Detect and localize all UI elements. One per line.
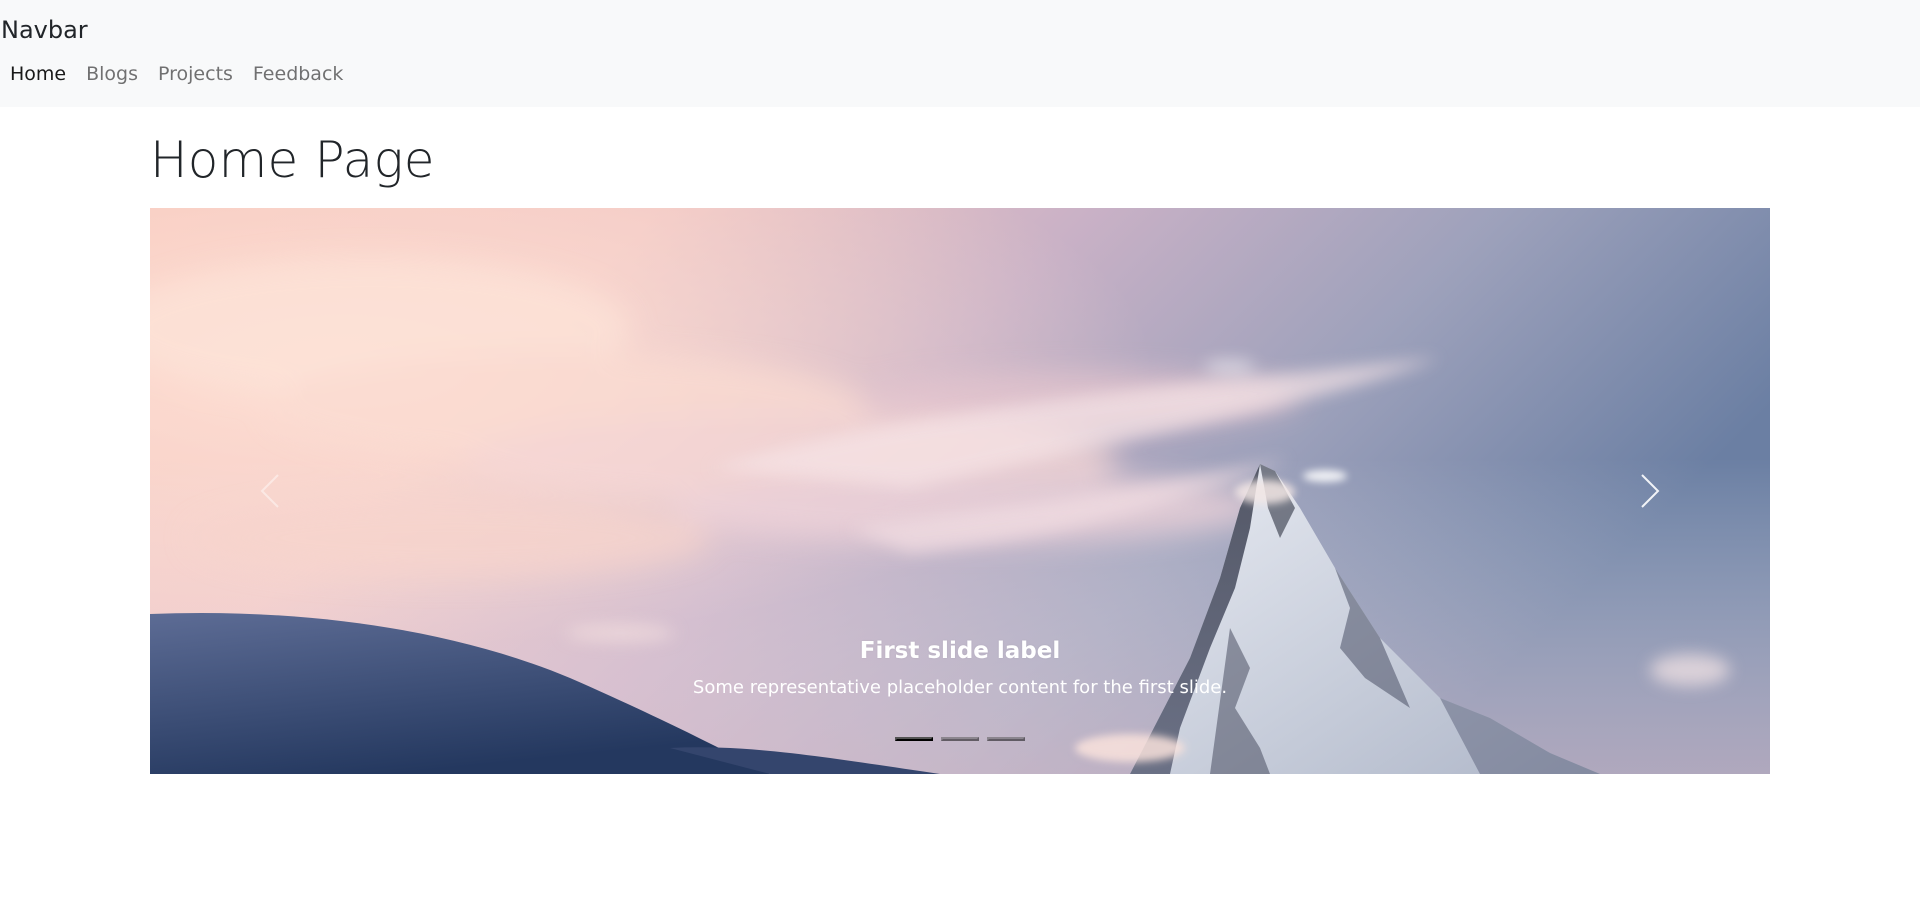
nav-links: Home Blogs Projects Feedback <box>0 58 353 90</box>
carousel-indicators <box>150 737 1770 741</box>
slide-text: Some representative placeholder content … <box>692 677 1228 698</box>
nav-link-feedback[interactable]: Feedback <box>243 58 353 90</box>
carousel-caption: First slide label Some representative pl… <box>150 634 1770 702</box>
carousel-indicator-3[interactable] <box>987 737 1025 741</box>
nav-link-projects[interactable]: Projects <box>148 58 243 90</box>
chevron-left-icon <box>260 474 279 508</box>
carousel: First slide label Some representative pl… <box>150 208 1770 774</box>
chevron-right-icon <box>1641 474 1660 508</box>
carousel-indicator-2[interactable] <box>941 737 979 741</box>
nav-link-blogs[interactable]: Blogs <box>76 58 148 90</box>
navbar-brand[interactable]: Navbar <box>1 12 88 48</box>
carousel-indicator-1[interactable] <box>895 737 933 741</box>
navbar: Navbar Home Blogs Projects Feedback <box>0 0 1920 107</box>
slide-label: First slide label <box>859 638 1061 664</box>
nav-link-home[interactable]: Home <box>0 58 76 90</box>
page-title: Home Page <box>150 131 435 189</box>
